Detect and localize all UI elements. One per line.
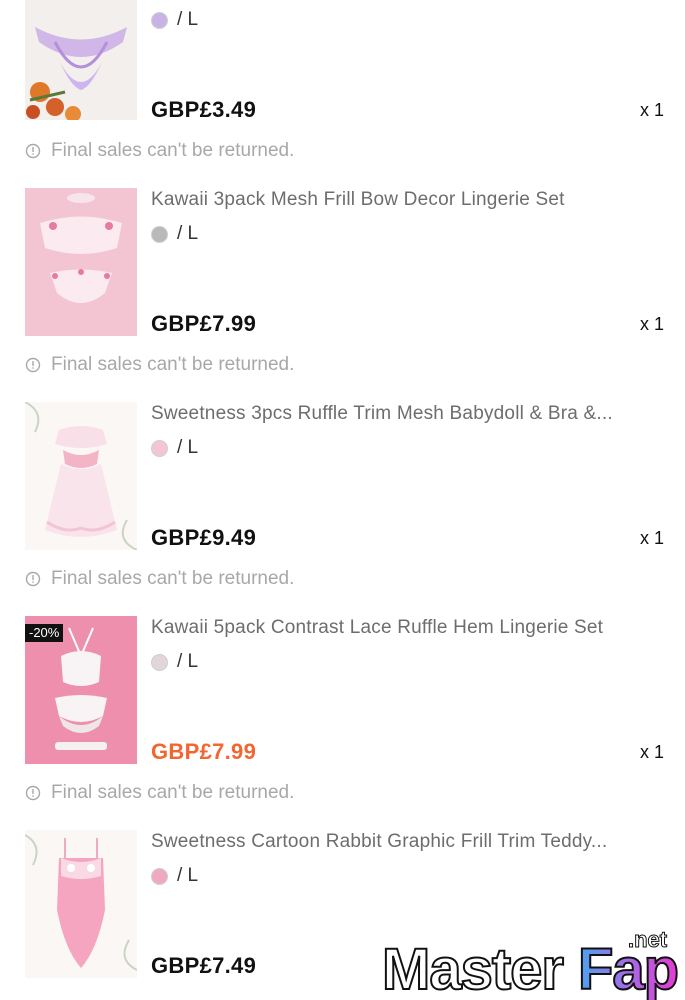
variant-size: / L [177, 651, 199, 672]
discount-badge: -20% [25, 624, 64, 642]
product-image-pink-frill-set [25, 188, 137, 336]
order-item: -20% Kawaii 5pack Contrast Lace Ruffle H… [0, 564, 685, 803]
watermark-logo: Master Fap .net [381, 927, 680, 1000]
price: GBP£7.49 [151, 953, 257, 978]
order-item: / L GBP£3.49 x 1 Final sales can't be re… [0, 0, 685, 161]
product-title[interactable]: Sweetness 3pcs Ruffle Trim Mesh Babydoll… [151, 403, 613, 425]
product-title[interactable]: Kawaii 3pack Mesh Frill Bow Decor Linger… [151, 189, 565, 211]
product-image[interactable] [25, 0, 137, 120]
watermark-suffix: .net [628, 927, 668, 952]
watermark-text-master: Master [382, 937, 563, 1000]
quantity: x 1 [639, 528, 664, 548]
variant-selector: / L [151, 651, 199, 672]
color-swatch [151, 225, 168, 243]
color-swatch [151, 867, 168, 885]
variant-selector: / L [151, 223, 199, 244]
order-item: Kawaii 3pack Mesh Frill Bow Decor Linger… [0, 136, 685, 375]
variant-selector: / L [151, 9, 199, 30]
product-title[interactable]: Kawaii 5pack Contrast Lace Ruffle Hem Li… [151, 617, 603, 639]
order-item: Sweetness 3pcs Ruffle Trim Mesh Babydoll… [0, 350, 685, 589]
product-image-lavender-set [25, 0, 137, 120]
quantity: x 1 [639, 742, 664, 762]
variant-size: / L [177, 9, 199, 30]
variant-selector: / L [151, 437, 199, 458]
color-swatch [151, 439, 168, 457]
color-swatch [151, 653, 168, 671]
sale-price: GBP£7.99 [151, 739, 257, 764]
product-image[interactable] [25, 188, 137, 336]
product-image-rabbit-teddy [25, 830, 137, 978]
quantity: x 1 [639, 314, 664, 334]
variant-selector: / L [151, 865, 199, 886]
variant-size: / L [177, 223, 199, 244]
product-image[interactable]: -20% [25, 616, 137, 764]
product-image[interactable] [25, 402, 137, 550]
variant-size: / L [177, 865, 199, 886]
quantity: x 1 [639, 100, 664, 120]
color-swatch [151, 11, 168, 29]
price: GBP£7.99 [151, 311, 257, 336]
price: GBP£9.49 [151, 525, 257, 550]
product-image[interactable] [25, 830, 137, 978]
variant-size: / L [177, 437, 199, 458]
product-title[interactable]: Sweetness Cartoon Rabbit Graphic Frill T… [151, 831, 607, 853]
price: GBP£3.49 [151, 97, 257, 122]
product-image-babydoll-set [25, 402, 137, 550]
